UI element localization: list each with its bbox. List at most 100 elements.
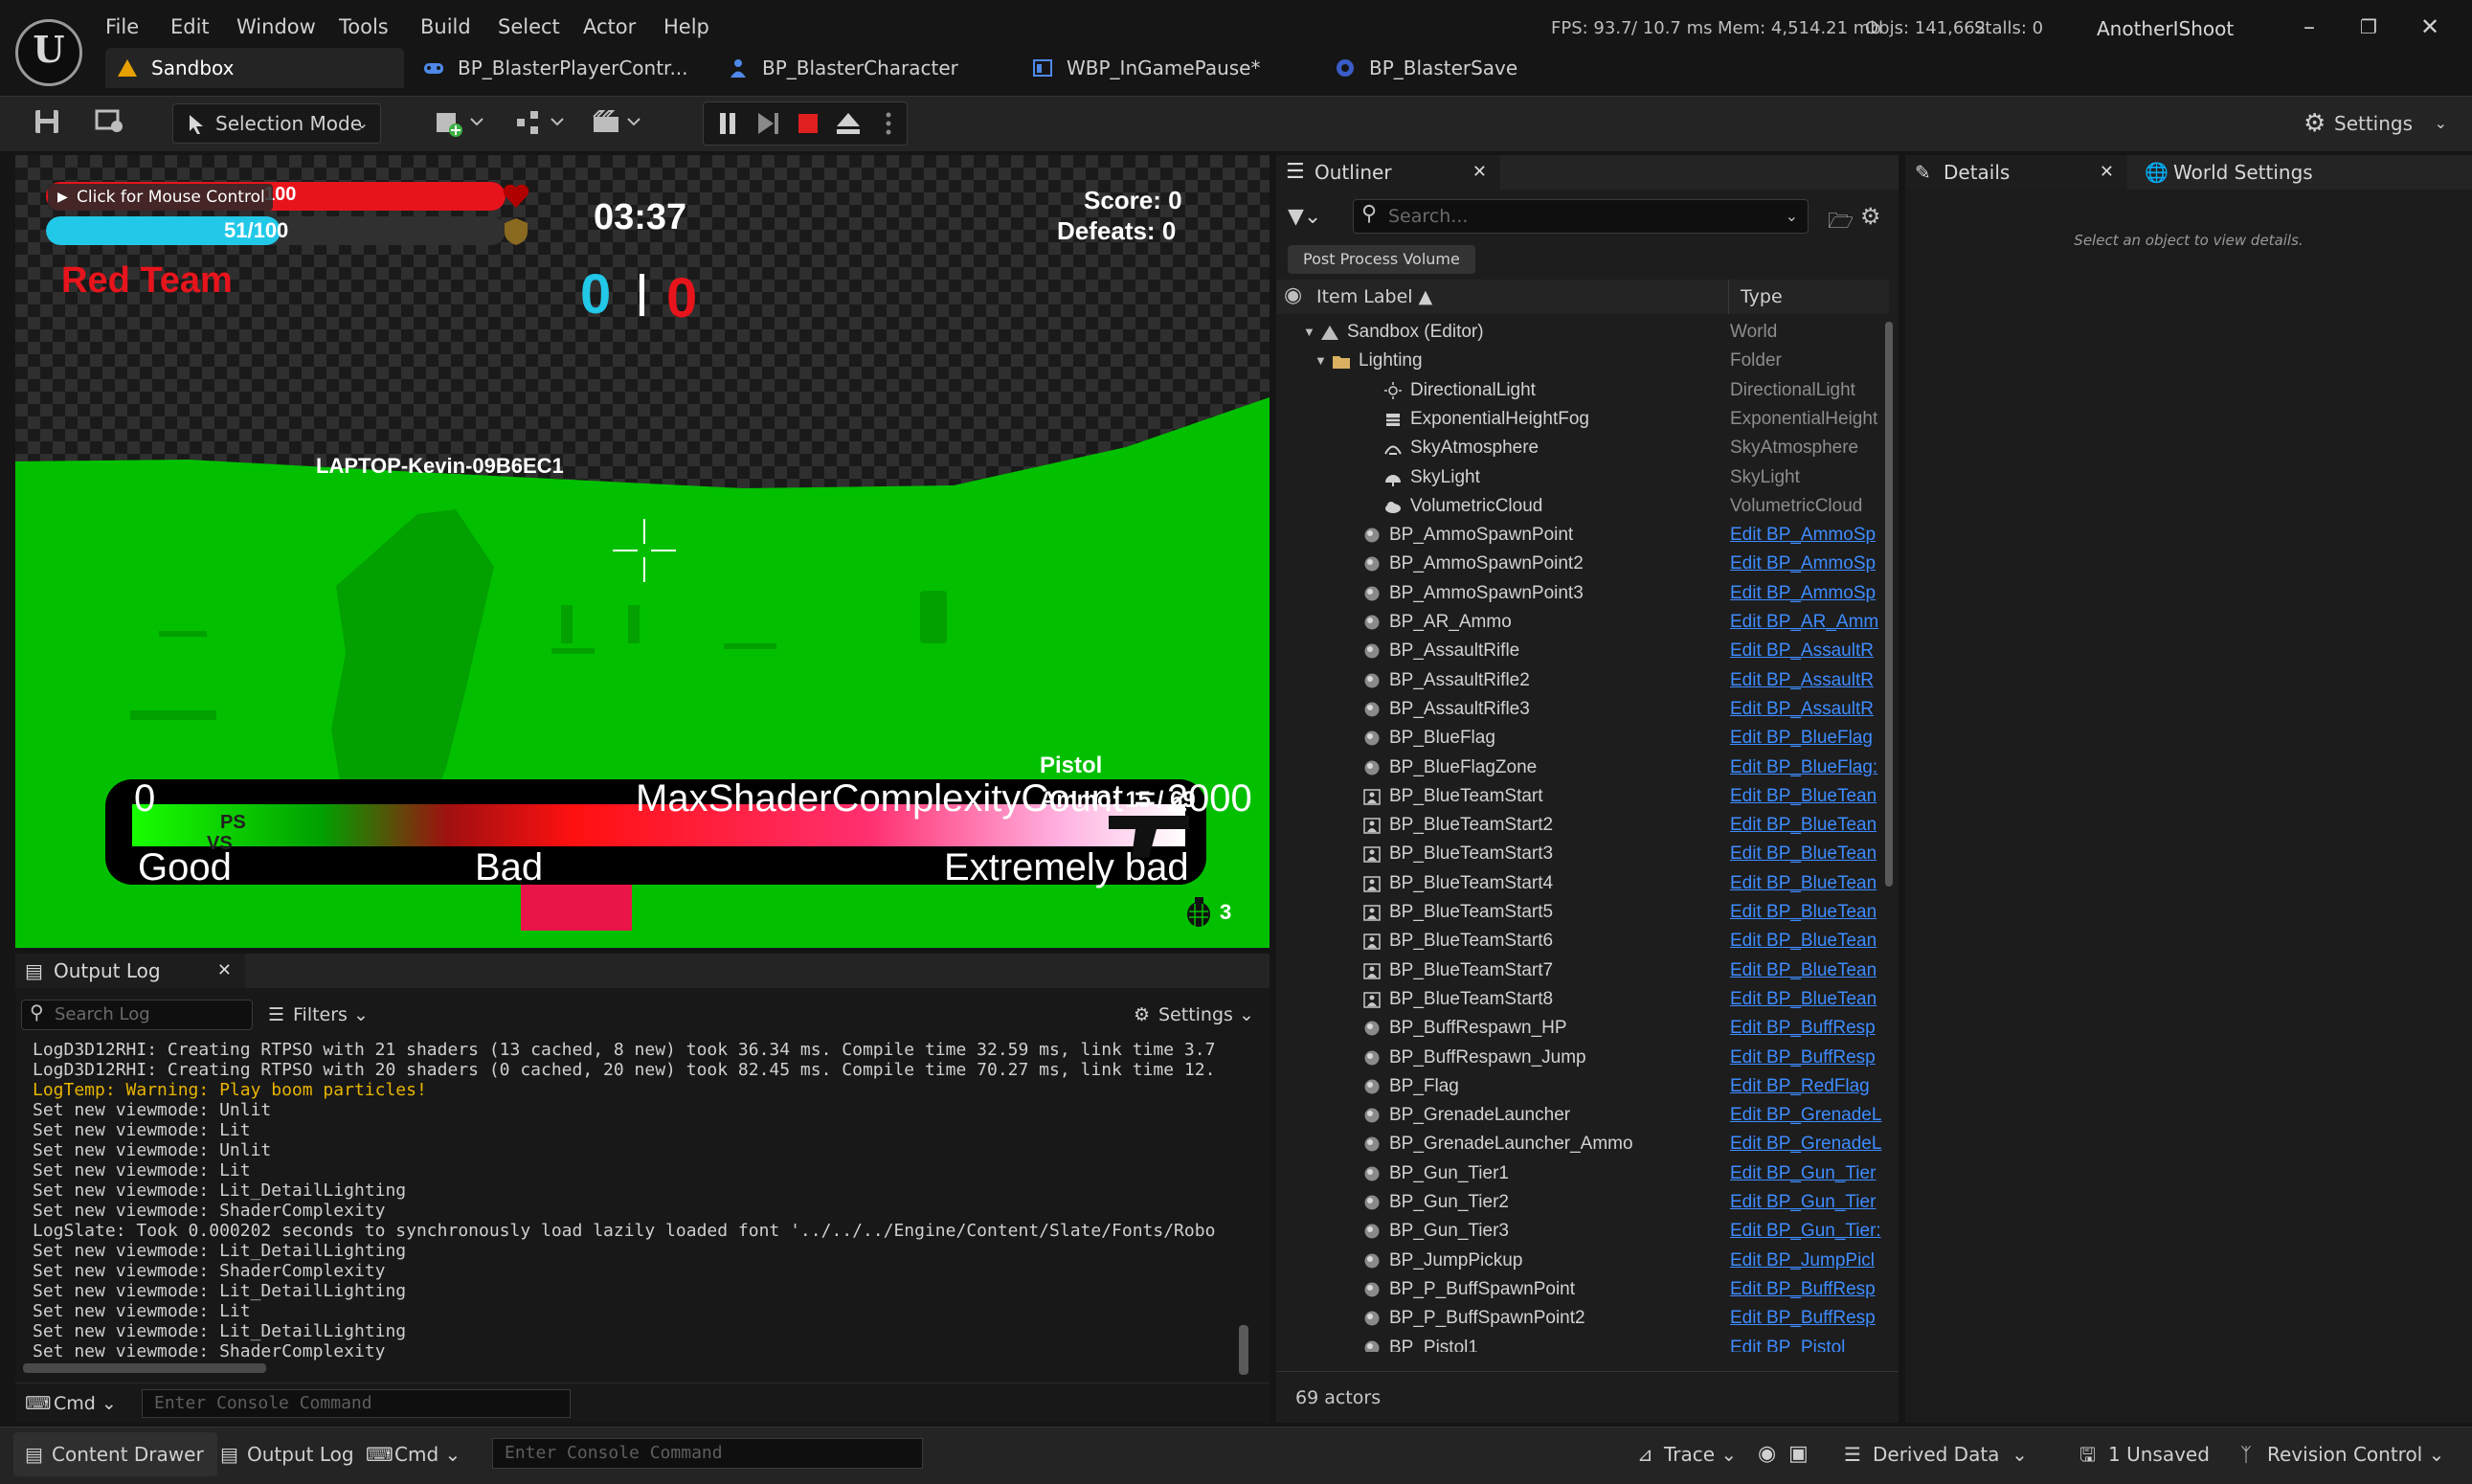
blueprint-menu-icon[interactable] bbox=[513, 107, 567, 138]
chevron-down-icon[interactable]: ⌄ bbox=[1786, 200, 1798, 233]
edit-blueprint-link[interactable]: Edit BP_BuffResp bbox=[1730, 1304, 1883, 1333]
close-tab-icon[interactable]: ✕ bbox=[1472, 155, 1487, 190]
minimize-icon[interactable]: – bbox=[2281, 8, 2338, 46]
edit-blueprint-link[interactable]: Edit BP_BuffResp bbox=[1730, 1044, 1883, 1072]
outliner-row[interactable]: BP_BlueTeamStart2 Edit BP_BlueTean bbox=[1276, 811, 1889, 840]
more-options-icon[interactable] bbox=[877, 109, 900, 138]
log-console-input[interactable]: Enter Console Command bbox=[142, 1389, 571, 1418]
log-search-input[interactable]: ⚲ Search Log bbox=[21, 1000, 253, 1030]
gear-icon[interactable]: ⚙ bbox=[1860, 203, 1881, 230]
menu-tools[interactable]: Tools bbox=[339, 10, 389, 44]
outliner-row[interactable]: BP_Pistol1 Edit BP_Pistol bbox=[1276, 1334, 1889, 1352]
revision-control-dropdown[interactable]: ᛉ Revision Control ⌄ bbox=[2238, 1432, 2444, 1476]
tab-bp-blaster-player-controller[interactable]: BP_BlasterPlayerContr... bbox=[412, 48, 699, 88]
outliner-row[interactable]: BP_BlueTeamStart7 Edit BP_BlueTean bbox=[1276, 956, 1889, 985]
edit-blueprint-link[interactable]: Edit BP_BlueTean bbox=[1730, 985, 1883, 1014]
selection-mode-dropdown[interactable]: Selection Mode ⌄ bbox=[172, 103, 381, 144]
output-log-button[interactable]: ▤ Output Log bbox=[216, 1432, 354, 1476]
edit-blueprint-link[interactable]: Edit BP_Gun_Tier bbox=[1730, 1188, 1883, 1217]
outliner-row[interactable]: BP_Flag Edit BP_RedFlag bbox=[1276, 1072, 1889, 1101]
outliner-scrollbar[interactable] bbox=[1885, 322, 1893, 887]
edit-blueprint-link[interactable]: Edit BP_BlueTean bbox=[1730, 811, 1883, 840]
edit-blueprint-link[interactable]: Edit BP_AssaultR bbox=[1730, 666, 1883, 695]
save-icon[interactable] bbox=[33, 107, 61, 136]
edit-blueprint-link[interactable]: Edit BP_BuffResp bbox=[1730, 1275, 1883, 1304]
tab-sandbox[interactable]: Sandbox bbox=[105, 48, 404, 88]
menu-build[interactable]: Build bbox=[420, 10, 471, 44]
outliner-row[interactable]: BP_BlueTeamStart4 Edit BP_BlueTean bbox=[1276, 869, 1889, 898]
settings-button[interactable]: ⚙ Settings ⌄ bbox=[2300, 103, 2453, 144]
add-folder-icon[interactable]: 🗁 bbox=[1828, 205, 1854, 241]
outliner-row[interactable]: BP_Gun_Tier1 Edit BP_Gun_Tier bbox=[1276, 1159, 1889, 1188]
outliner-row[interactable]: BP_GrenadeLauncher_Ammo Edit BP_GrenadeL bbox=[1276, 1130, 1889, 1158]
tab-bp-blaster-save[interactable]: BP_BlasterSave bbox=[1323, 48, 1610, 88]
level-viewport[interactable]: 100 ▶ Click for Mouse Control 51/100 Red… bbox=[15, 155, 1270, 948]
menu-edit[interactable]: Edit bbox=[170, 10, 210, 44]
outliner-row[interactable]: BP_GrenadeLauncher Edit BP_GrenadeL bbox=[1276, 1101, 1889, 1130]
screenshot-icon[interactable]: ▣ bbox=[1788, 1432, 1809, 1476]
filters-dropdown[interactable]: ☰ Filters ⌄ bbox=[268, 1000, 369, 1030]
outliner-search-input[interactable]: ⚲ Search... ⌄ bbox=[1353, 199, 1809, 234]
edit-blueprint-link[interactable]: Edit BP_BuffResp bbox=[1730, 1014, 1883, 1043]
edit-blueprint-link[interactable]: Edit BP_AR_Amm bbox=[1730, 608, 1883, 637]
outliner-row[interactable]: BP_Gun_Tier2 Edit BP_Gun_Tier bbox=[1276, 1188, 1889, 1217]
outliner-row[interactable]: BP_P_BuffSpawnPoint2 Edit BP_BuffResp bbox=[1276, 1304, 1889, 1333]
stop-icon[interactable] bbox=[795, 109, 821, 138]
tab-details[interactable]: ✎ Details ✕ bbox=[1905, 155, 2127, 190]
column-item-label[interactable]: Item Label ▲ bbox=[1316, 280, 1432, 314]
eject-icon[interactable] bbox=[835, 109, 862, 138]
edit-blueprint-link[interactable]: Edit BP_AmmoSp bbox=[1730, 521, 1883, 550]
edit-blueprint-link[interactable]: Edit BP_Gun_Tier: bbox=[1730, 1217, 1883, 1246]
close-tab-icon[interactable]: ✕ bbox=[217, 954, 232, 988]
edit-blueprint-link[interactable]: Edit BP_RedFlag bbox=[1730, 1072, 1883, 1101]
pause-icon[interactable] bbox=[714, 109, 741, 138]
outliner-row[interactable]: BP_AmmoSpawnPoint3 Edit BP_AmmoSp bbox=[1276, 579, 1889, 608]
edit-blueprint-link[interactable]: Edit BP_BlueTean bbox=[1730, 782, 1883, 811]
close-window-icon[interactable]: ✕ bbox=[2401, 8, 2459, 46]
step-frame-icon[interactable] bbox=[754, 109, 781, 138]
eye-icon[interactable]: ◉ bbox=[1284, 283, 1302, 307]
expand-arrow-icon[interactable]: ▼ bbox=[1315, 347, 1327, 375]
console-command-input[interactable]: Enter Console Command bbox=[492, 1438, 923, 1469]
outliner-row[interactable]: BP_AR_Ammo Edit BP_AR_Amm bbox=[1276, 608, 1889, 637]
filter-chip-post-process-volume[interactable]: Post Process Volume bbox=[1288, 245, 1475, 274]
edit-blueprint-link[interactable]: Edit BP_JumpPicl bbox=[1730, 1247, 1883, 1275]
add-content-icon[interactable] bbox=[433, 107, 486, 138]
outliner-row[interactable]: BP_AssaultRifle2 Edit BP_AssaultR bbox=[1276, 666, 1889, 695]
column-type[interactable]: Type bbox=[1728, 280, 1783, 314]
menu-help[interactable]: Help bbox=[663, 10, 709, 44]
outliner-row[interactable]: BP_BlueTeamStart3 Edit BP_BlueTean bbox=[1276, 840, 1889, 868]
close-tab-icon[interactable]: ✕ bbox=[2100, 155, 2114, 190]
edit-blueprint-link[interactable]: Edit BP_AmmoSp bbox=[1730, 579, 1883, 608]
outliner-row[interactable]: BP_BuffRespawn_HP Edit BP_BuffResp bbox=[1276, 1014, 1889, 1043]
tab-world-settings[interactable]: 🌐 World Settings bbox=[2135, 155, 2336, 190]
unreal-logo-icon[interactable]: U bbox=[15, 19, 82, 86]
log-text-area[interactable]: LogD3D12RHI: Creating RTPSO with 21 shad… bbox=[33, 1040, 1248, 1365]
edit-blueprint-link[interactable]: Edit BP_BlueFlag bbox=[1730, 724, 1883, 753]
menu-window[interactable]: Window bbox=[236, 10, 316, 44]
outliner-row[interactable]: BP_BlueTeamStart8 Edit BP_BlueTean bbox=[1276, 985, 1889, 1014]
outliner-row[interactable]: BP_AssaultRifle Edit BP_AssaultR bbox=[1276, 637, 1889, 665]
outliner-row-folder[interactable]: ▼ Lighting Folder bbox=[1276, 347, 1889, 375]
outliner-row[interactable]: DirectionalLight DirectionalLight bbox=[1276, 376, 1889, 405]
outliner-row[interactable]: BP_Gun_Tier3 Edit BP_Gun_Tier: bbox=[1276, 1217, 1889, 1246]
edit-blueprint-link[interactable]: Edit BP_AssaultR bbox=[1730, 637, 1883, 665]
outliner-row[interactable]: SkyLight SkyLight bbox=[1276, 463, 1889, 492]
edit-blueprint-link[interactable]: Edit BP_BlueFlag: bbox=[1730, 753, 1883, 782]
edit-blueprint-link[interactable]: Edit BP_GrenadeL bbox=[1730, 1130, 1883, 1158]
outliner-row[interactable]: ExponentialHeightFog ExponentialHeight bbox=[1276, 405, 1889, 434]
edit-blueprint-link[interactable]: Edit BP_BlueTean bbox=[1730, 869, 1883, 898]
edit-blueprint-link[interactable]: Edit BP_BlueTean bbox=[1730, 956, 1883, 985]
trace-dropdown[interactable]: ⊿ Trace ⌄ bbox=[1635, 1432, 1737, 1476]
outliner-row[interactable]: BP_P_BuffSpawnPoint Edit BP_BuffResp bbox=[1276, 1275, 1889, 1304]
outliner-row[interactable]: BP_AmmoSpawnPoint Edit BP_AmmoSp bbox=[1276, 521, 1889, 550]
outliner-row[interactable]: BP_BlueTeamStart5 Edit BP_BlueTean bbox=[1276, 898, 1889, 927]
outliner-row[interactable]: SkyAtmosphere SkyAtmosphere bbox=[1276, 434, 1889, 462]
outliner-row[interactable]: BP_JumpPickup Edit BP_JumpPicl bbox=[1276, 1247, 1889, 1275]
outliner-row[interactable]: BP_AmmoSpawnPoint2 Edit BP_AmmoSp bbox=[1276, 550, 1889, 578]
tab-bp-blaster-character[interactable]: BP_BlasterCharacter bbox=[716, 48, 1003, 88]
outliner-row[interactable]: BP_BlueTeamStart6 Edit BP_BlueTean bbox=[1276, 927, 1889, 956]
unsaved-button[interactable]: 🖫 1 Unsaved bbox=[2078, 1432, 2210, 1476]
outliner-row[interactable]: BP_BlueFlag Edit BP_BlueFlag bbox=[1276, 724, 1889, 753]
record-icon[interactable]: ◉ bbox=[1758, 1432, 1776, 1476]
